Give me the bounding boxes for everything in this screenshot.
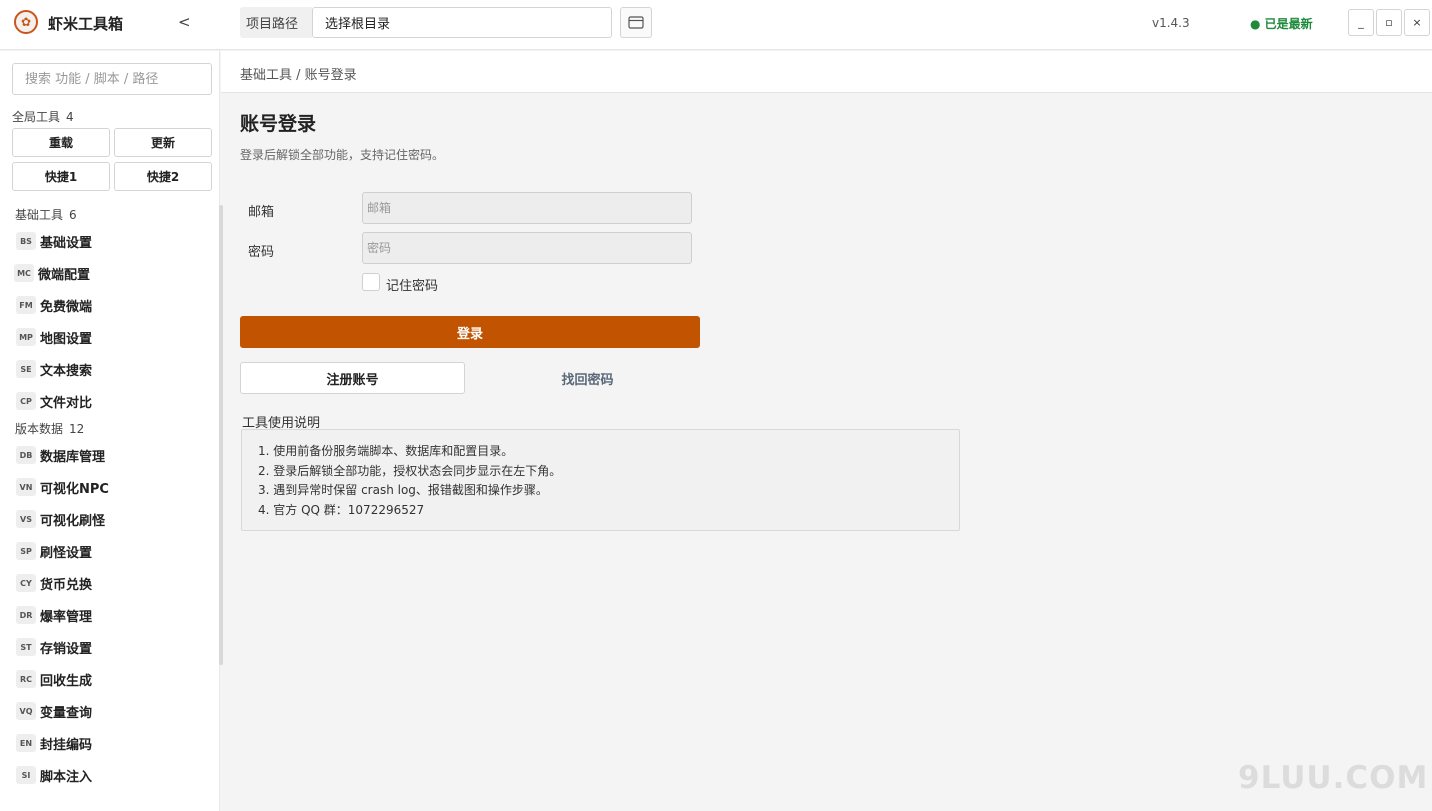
nav-badge: VS xyxy=(16,510,36,528)
sidebar-scrollbar[interactable] xyxy=(219,205,223,665)
nav-badge: MP xyxy=(16,328,36,346)
login-button[interactable]: 登录 xyxy=(240,316,700,348)
nav-badge: BS xyxy=(16,232,36,250)
nav-label: 文本搜索 xyxy=(40,363,93,379)
project-path-label: 项目路径 xyxy=(240,7,312,38)
reload-button[interactable]: 重载 xyxy=(12,128,110,157)
nav-badge: VQ xyxy=(16,702,36,720)
sidebar-item-currency-exchange[interactable]: CY 货币兑换 xyxy=(16,571,92,595)
folder-icon xyxy=(628,16,644,29)
group-count: 6 xyxy=(69,208,77,222)
nav-label: 脚本注入 xyxy=(40,769,93,785)
nav-label: 数据库管理 xyxy=(40,449,106,465)
sidebar-search-input[interactable] xyxy=(12,63,212,95)
remember-password-label[interactable]: 记住密码 xyxy=(386,275,438,294)
nav-label: 变量查询 xyxy=(40,705,93,721)
close-button[interactable]: × xyxy=(1404,9,1430,36)
help-line: 2. 登录后解锁全部功能，授权状态会同步显示在左下角。 xyxy=(258,463,562,478)
nav-label: 爆率管理 xyxy=(40,609,93,625)
project-path-input[interactable] xyxy=(312,7,612,38)
sidebar-item-visual-npc[interactable]: VN 可视化NPC xyxy=(16,475,109,499)
nav-label: 存销设置 xyxy=(40,641,93,657)
nav-label: 基础设置 xyxy=(40,235,93,251)
nav-label: 文件对比 xyxy=(40,395,93,411)
sidebar-item-microclient-config[interactable]: MC 微端配置 xyxy=(14,261,90,285)
collapse-sidebar-button[interactable]: < xyxy=(178,13,191,31)
app-title: 虾米工具箱 xyxy=(48,15,124,33)
page-subtitle: 登录后解锁全部功能，支持记住密码。 xyxy=(240,148,445,162)
nav-badge: RC xyxy=(16,670,36,688)
password-field[interactable] xyxy=(362,232,692,264)
nav-label: 免费微端 xyxy=(40,299,93,315)
breadcrumb: 基础工具 / 账号登录 xyxy=(240,68,357,83)
group-title-basic: 基础工具 6 xyxy=(15,206,77,223)
sidebar: 全局工具4 重载 更新 快捷1 快捷2 基础工具6 BS基础设置 MC微端配置 … xyxy=(0,51,220,811)
group-title-version-data: 版本数据 12 xyxy=(15,420,84,437)
nav-badge: CY xyxy=(16,574,36,592)
nav-label: 回收生成 xyxy=(40,673,93,689)
shortcut-1-button[interactable]: 快捷1 xyxy=(12,162,110,191)
forgot-password-link[interactable]: 找回密码 xyxy=(475,362,700,394)
nav-label: 货币兑换 xyxy=(40,577,93,593)
nav-label: 微端配置 xyxy=(38,267,91,283)
nav-badge: DB xyxy=(16,446,36,464)
sidebar-item-visual-spawn[interactable]: VS 可视化刷怪 xyxy=(16,507,105,531)
group-count: 4 xyxy=(66,110,74,124)
remember-password-checkbox[interactable] xyxy=(362,273,380,291)
nav-label: 可视化刷怪 xyxy=(40,513,106,529)
group-title-global: 全局工具 4 xyxy=(12,108,74,125)
nav-badge: DR xyxy=(16,606,36,624)
minimize-button[interactable]: _ xyxy=(1348,9,1374,36)
help-line: 3. 遇到异常时保留 crash log、报错截图和操作步骤。 xyxy=(258,483,548,497)
nav-label: 可视化NPC xyxy=(40,481,109,497)
sidebar-item-spawn-settings[interactable]: SP 刷怪设置 xyxy=(16,539,92,563)
register-button[interactable]: 注册账号 xyxy=(240,362,465,394)
nav-badge: SI xyxy=(16,766,36,784)
nav-label: 刷怪设置 xyxy=(40,545,93,561)
app-logo-icon: ✿ xyxy=(14,10,38,34)
nav-badge: MC xyxy=(14,264,34,282)
sidebar-item-storage-settings[interactable]: ST 存销设置 xyxy=(16,635,92,659)
nav-badge: EN xyxy=(16,734,36,752)
nav-label: 地图设置 xyxy=(40,331,93,347)
browse-folder-button[interactable] xyxy=(620,7,652,38)
top-bar: ✿ 虾米工具箱 < 项目路径 v1.4.3 ● 已是最新 _ ▫ × xyxy=(0,0,1432,50)
help-line: 4. 官方 QQ 群：1072296527 xyxy=(258,502,425,517)
version-label: v1.4.3 xyxy=(1152,16,1190,30)
sidebar-item-anticheat-code[interactable]: EN 封挂编码 xyxy=(16,731,92,755)
email-field[interactable] xyxy=(362,192,692,224)
shortcut-2-button[interactable]: 快捷2 xyxy=(114,162,212,191)
password-label: 密码 xyxy=(248,245,275,260)
nav-badge: SE xyxy=(16,360,36,378)
nav-badge: VN xyxy=(16,478,36,496)
group-title-text: 版本数据 xyxy=(15,422,64,436)
breadcrumb-bar: 基础工具 / 账号登录 xyxy=(221,51,1432,93)
group-count: 12 xyxy=(69,422,85,436)
nav-badge: SP xyxy=(16,542,36,560)
help-box: 1. 使用前备份服务端脚本、数据库和配置目录。 2. 登录后解锁全部功能，授权状… xyxy=(241,429,960,531)
nav-badge: CP xyxy=(16,392,36,410)
email-label: 邮箱 xyxy=(248,205,275,220)
help-line: 1. 使用前备份服务端脚本、数据库和配置目录。 xyxy=(258,444,514,458)
sidebar-item-map-settings[interactable]: MP 地图设置 xyxy=(16,325,92,349)
group-title-text: 全局工具 xyxy=(12,110,61,124)
watermark: 9LUU.COM xyxy=(1238,760,1429,796)
nav-label: 封挂编码 xyxy=(40,737,93,753)
sidebar-item-basic-settings[interactable]: BS 基础设置 xyxy=(16,229,92,253)
group-title-text: 基础工具 xyxy=(15,208,64,222)
update-button[interactable]: 更新 xyxy=(114,128,212,157)
maximize-button[interactable]: ▫ xyxy=(1376,9,1402,36)
sidebar-item-variable-query[interactable]: VQ 变量查询 xyxy=(16,699,92,723)
sidebar-item-recycle-gen[interactable]: RC 回收生成 xyxy=(16,667,92,691)
sidebar-item-drop-rate[interactable]: DR 爆率管理 xyxy=(16,603,92,627)
sidebar-item-free-microclient[interactable]: FM 免费微端 xyxy=(16,293,92,317)
nav-badge: ST xyxy=(16,638,36,656)
page-title: 账号登录 xyxy=(240,113,317,135)
sidebar-item-database[interactable]: DB 数据库管理 xyxy=(16,443,105,467)
sidebar-item-script-inject[interactable]: SI 脚本注入 xyxy=(16,763,92,787)
nav-badge: FM xyxy=(16,296,36,314)
sidebar-item-file-compare[interactable]: CP 文件对比 xyxy=(16,389,92,413)
sidebar-item-text-search[interactable]: SE 文本搜索 xyxy=(16,357,92,381)
update-status: ● 已是最新 xyxy=(1250,17,1313,31)
